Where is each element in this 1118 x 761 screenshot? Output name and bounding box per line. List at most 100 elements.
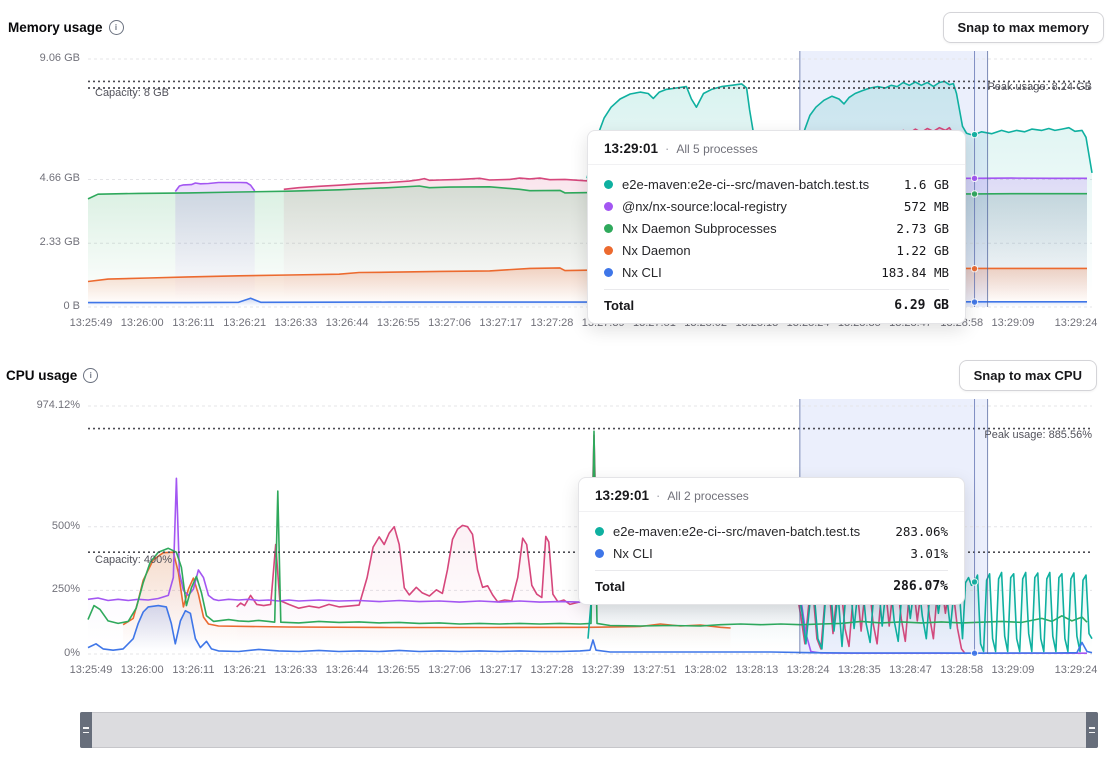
y-axis-tick-label: 500% — [0, 520, 80, 532]
tooltip-rows: e2e-maven:e2e-ci--src/maven-batch.test.t… — [588, 165, 965, 289]
info-icon[interactable] — [109, 20, 124, 35]
tooltip-total-label: Total — [604, 298, 634, 313]
series-color-dot-icon — [604, 224, 613, 233]
process-value: 572 MB — [904, 199, 949, 214]
series-color-dot-icon — [595, 527, 604, 536]
process-value: 1.22 GB — [896, 243, 949, 258]
process-value: 1.6 GB — [904, 177, 949, 192]
x-axis-tick-label: 13:29:09 — [992, 317, 1035, 329]
x-axis-tick-label: 13:27:06 — [428, 664, 471, 676]
tooltip-subtitle: All 2 processes — [667, 489, 748, 503]
snap-to-max-memory-button[interactable]: Snap to max memory — [943, 12, 1105, 43]
process-name: Nx CLI — [613, 546, 910, 561]
snap-to-max-cpu-button[interactable]: Snap to max CPU — [959, 360, 1097, 391]
x-axis-tick-label: 13:26:33 — [274, 664, 317, 676]
x-axis-tick-label: 13:29:09 — [992, 664, 1035, 676]
crosshair-marker — [971, 175, 977, 181]
tooltip-subtitle: All 5 processes — [676, 142, 757, 156]
tooltip-row: Nx Daemon Subprocesses2.73 GB — [604, 217, 949, 239]
x-axis-tick-label: 13:27:51 — [633, 664, 676, 676]
tooltip-total-value: 286.07% — [893, 579, 948, 594]
charts-canvas[interactable] — [0, 0, 1118, 761]
cpu-peak-label: Peak usage: 885.56% — [984, 429, 1092, 441]
y-axis-tick-label: 4.66 GB — [0, 172, 80, 184]
series-color-dot-icon — [604, 202, 613, 211]
series-color-dot-icon — [604, 246, 613, 255]
crosshair-marker — [971, 265, 977, 271]
x-axis-tick-label: 13:26:00 — [121, 664, 164, 676]
memory-usage-title-label: Memory usage — [8, 20, 103, 35]
x-axis-tick-label: 13:28:35 — [838, 664, 881, 676]
tooltip-total-row: Total 6.29 GB — [604, 289, 949, 323]
x-axis-tick-label: 13:28:13 — [735, 664, 778, 676]
x-axis-tick-label: 13:26:55 — [377, 664, 420, 676]
x-axis-tick-label: 13:27:39 — [582, 664, 625, 676]
tooltip-rows: e2e-maven:e2e-ci--src/maven-batch.test.t… — [579, 512, 964, 570]
memory-tooltip: 13:29:01 · All 5 processes e2e-maven:e2e… — [587, 130, 966, 324]
x-axis-tick-label: 13:28:24 — [787, 664, 830, 676]
x-axis-tick-label: 13:27:28 — [531, 664, 574, 676]
brush-handle-right[interactable] — [1086, 712, 1098, 748]
x-axis-tick-label: 13:26:21 — [223, 317, 266, 329]
tooltip-separator: · — [656, 488, 660, 503]
x-axis-tick-label: 13:26:00 — [121, 317, 164, 329]
tooltip-row: @nx/nx-source:local-registry572 MB — [604, 195, 949, 217]
process-value: 2.73 GB — [896, 221, 949, 236]
tooltip-row: Nx Daemon1.22 GB — [604, 239, 949, 261]
tooltip-total-row: Total 286.07% — [595, 570, 948, 604]
memory-peak-label: Peak usage: 8.24 GB — [987, 81, 1092, 93]
tooltip-row: Nx CLI3.01% — [595, 542, 948, 564]
memory-capacity-label: Capacity: 8 GB — [95, 87, 169, 99]
x-axis-tick-label: 13:26:11 — [172, 664, 214, 676]
process-name: Nx Daemon Subprocesses — [622, 221, 896, 236]
x-axis-tick-label: 13:26:33 — [274, 317, 317, 329]
crosshair-marker — [971, 131, 977, 137]
y-axis-tick-label: 9.06 GB — [0, 52, 80, 64]
x-axis-tick-label: 13:28:47 — [889, 664, 932, 676]
tooltip-time: 13:29:01 — [595, 488, 649, 503]
tooltip-header: 13:29:01 · All 5 processes — [588, 131, 965, 165]
tooltip-header: 13:29:01 · All 2 processes — [579, 478, 964, 512]
cpu-usage-title: CPU usage — [6, 368, 98, 383]
time-range-brush-track[interactable] — [80, 712, 1098, 748]
x-axis-tick-label: 13:26:55 — [377, 317, 420, 329]
cpu-tooltip: 13:29:01 · All 2 processes e2e-maven:e2e… — [578, 477, 965, 605]
info-icon[interactable] — [83, 368, 98, 383]
x-axis-tick-label: 13:28:58 — [940, 664, 983, 676]
series-color-dot-icon — [604, 180, 613, 189]
series-color-dot-icon — [595, 549, 604, 558]
crosshair-marker — [971, 191, 977, 197]
process-value: 183.84 MB — [881, 265, 949, 280]
tooltip-row: Nx CLI183.84 MB — [604, 261, 949, 283]
cpu-capacity-label: Capacity: 400% — [95, 554, 172, 566]
crosshair-marker — [971, 579, 977, 585]
x-axis-tick-label: 13:27:17 — [479, 317, 522, 329]
x-axis-tick-label: 13:27:06 — [428, 317, 471, 329]
brush-handle-left[interactable] — [80, 712, 92, 748]
x-axis-tick-label: 13:26:11 — [172, 317, 214, 329]
x-axis-tick-label: 13:27:17 — [479, 664, 522, 676]
x-axis-tick-label: 13:26:44 — [326, 317, 369, 329]
y-axis-tick-label: 0 B — [0, 300, 80, 312]
x-axis-tick-label: 13:28:02 — [684, 664, 727, 676]
process-name: e2e-maven:e2e-ci--src/maven-batch.test.t… — [622, 177, 904, 192]
cpu-usage-title-label: CPU usage — [6, 368, 77, 383]
x-axis-tick-label: 13:25:49 — [70, 664, 113, 676]
profiler-page: Memory usage Snap to max memory CPU usag… — [0, 0, 1118, 761]
process-value: 283.06% — [895, 524, 948, 539]
y-axis-tick-label: 974.12% — [0, 399, 80, 411]
x-axis-tick-label: 13:29:24 — [1055, 317, 1098, 329]
tooltip-row: e2e-maven:e2e-ci--src/maven-batch.test.t… — [604, 173, 949, 195]
x-axis-tick-label: 13:25:49 — [70, 317, 113, 329]
process-name: @nx/nx-source:local-registry — [622, 199, 904, 214]
y-axis-tick-label: 250% — [0, 583, 80, 595]
process-name: Nx Daemon — [622, 243, 896, 258]
crosshair-marker — [971, 299, 977, 305]
tooltip-total-label: Total — [595, 579, 625, 594]
x-axis-tick-label: 13:26:21 — [223, 664, 266, 676]
x-axis-tick-label: 13:29:24 — [1055, 664, 1098, 676]
x-axis-tick-label: 13:26:44 — [326, 664, 369, 676]
tooltip-total-value: 6.29 GB — [894, 298, 949, 313]
series-color-dot-icon — [604, 268, 613, 277]
process-value: 3.01% — [910, 546, 948, 561]
